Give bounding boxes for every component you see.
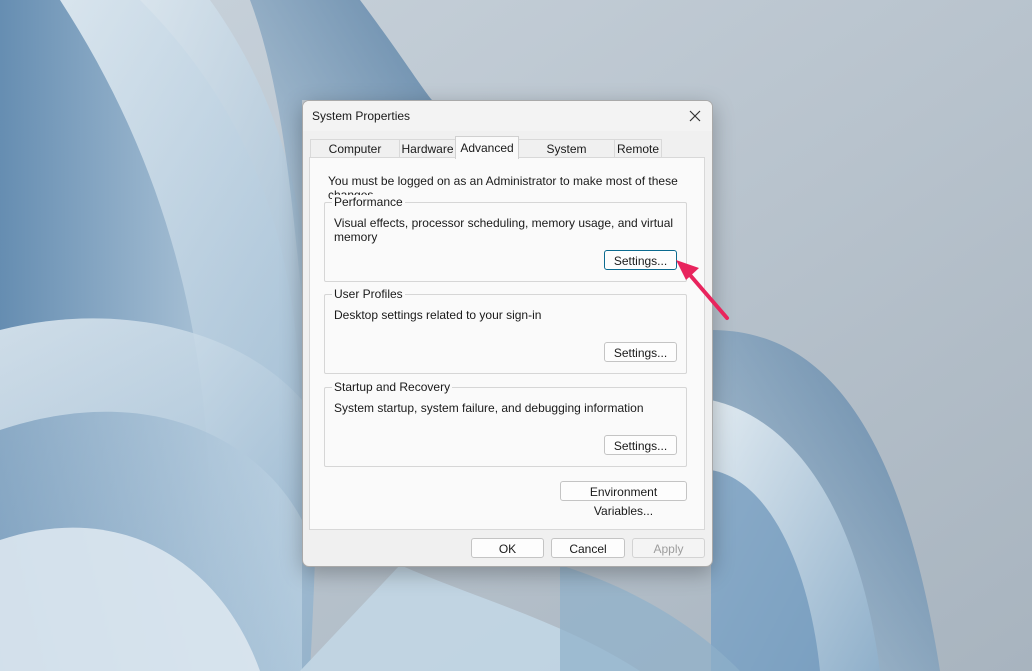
tab-hardware[interactable]: Hardware (399, 139, 456, 158)
apply-button[interactable]: Apply (632, 538, 705, 558)
title-bar[interactable]: System Properties (303, 101, 712, 131)
cancel-button[interactable]: Cancel (551, 538, 625, 558)
user-profiles-settings-button[interactable]: Settings... (604, 342, 677, 362)
performance-group: Performance Visual effects, processor sc… (324, 195, 687, 282)
group-description: Visual effects, processor scheduling, me… (334, 216, 674, 244)
tab-advanced[interactable]: Advanced (455, 136, 519, 159)
performance-settings-button[interactable]: Settings... (604, 250, 677, 270)
tab-computer-name[interactable]: Computer Name (310, 139, 400, 174)
tab-remote[interactable]: Remote (614, 139, 662, 158)
advanced-tab-panel: You must be logged on as an Administrato… (309, 157, 705, 530)
startup-recovery-group: Startup and Recovery System startup, sys… (324, 380, 687, 467)
group-description: Desktop settings related to your sign-in (334, 308, 542, 322)
startup-recovery-settings-button[interactable]: Settings... (604, 435, 677, 455)
environment-variables-button[interactable]: Environment Variables... (560, 481, 687, 518)
dialog-title: System Properties (312, 109, 411, 123)
close-button[interactable] (678, 101, 712, 131)
group-description: System startup, system failure, and debu… (334, 401, 644, 415)
tab-system-protection[interactable]: System Protection (518, 139, 615, 174)
group-label: Performance (332, 195, 405, 209)
user-profiles-group: User Profiles Desktop settings related t… (324, 287, 687, 374)
ok-button[interactable]: OK (471, 538, 544, 558)
close-icon (689, 110, 701, 122)
group-label: User Profiles (332, 287, 405, 301)
system-properties-dialog: System Properties Computer Name Hardware… (302, 100, 713, 567)
group-label: Startup and Recovery (332, 380, 453, 394)
